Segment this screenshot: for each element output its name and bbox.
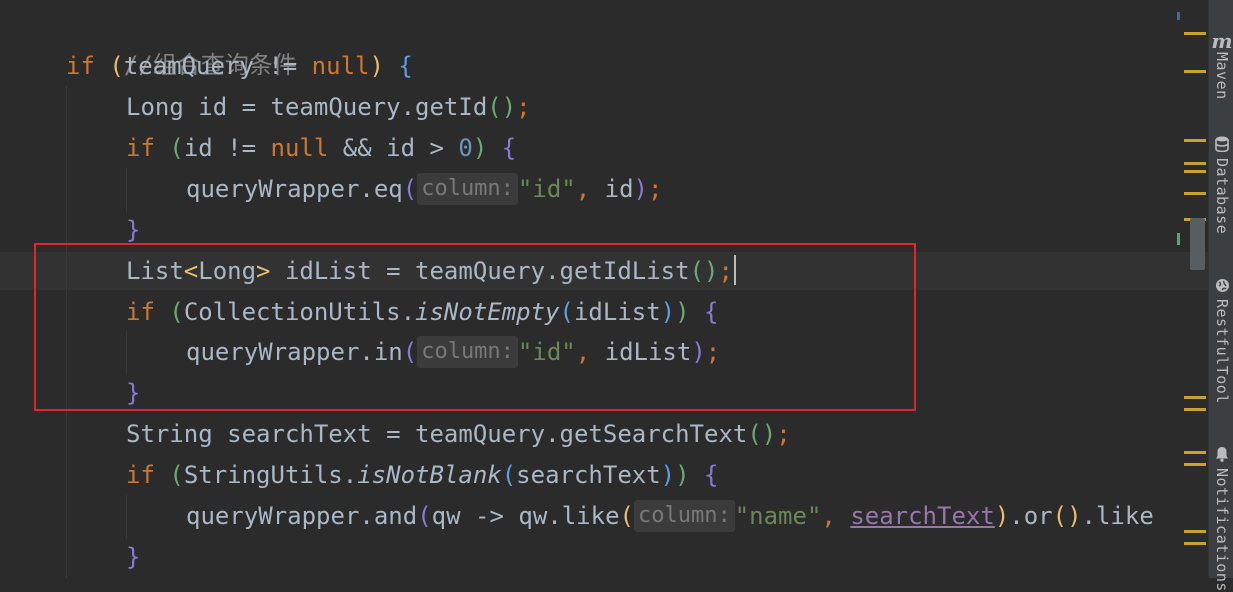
code-line[interactable]: queryWrapper.and(qw -> qw.like(column: "n…	[186, 496, 1154, 537]
identifier: id	[604, 175, 634, 203]
vertical-scrollbar-thumb[interactable]	[1190, 218, 1205, 270]
code-line[interactable]: if (teamQuery != null) {	[66, 46, 413, 87]
static-method-call: isNotBlank	[357, 461, 502, 489]
tool-window-maven[interactable]: m Maven	[1211, 30, 1233, 100]
operator: &&	[342, 134, 372, 162]
method-call: and	[373, 502, 418, 530]
keyword-null: null	[270, 134, 329, 162]
identifier: qw	[518, 502, 548, 530]
tool-window-label: Database	[1213, 158, 1231, 235]
code-line[interactable]: if (id != null && id > 0) {	[126, 128, 516, 169]
stripe-marker[interactable]	[1184, 192, 1206, 195]
method-call: like	[561, 502, 620, 530]
type-name: String	[126, 420, 213, 448]
stripe-marker[interactable]	[1184, 139, 1206, 142]
identifier: queryWrapper	[186, 502, 360, 530]
string-literal: "name"	[734, 502, 822, 530]
identifier: qw	[431, 502, 461, 530]
operator: !=	[268, 52, 298, 80]
method-call: getSearchText	[559, 420, 748, 448]
stripe-marker[interactable]	[1184, 162, 1206, 165]
string-literal: "id"	[517, 175, 576, 203]
operator: =	[241, 93, 257, 121]
operator: !=	[227, 134, 257, 162]
tool-window-label: RestfulTool	[1213, 299, 1231, 404]
error-stripe[interactable]	[1172, 0, 1208, 578]
stripe-marker[interactable]	[1184, 170, 1206, 173]
parameter-hint: column:	[633, 500, 735, 532]
method-call: like	[1095, 502, 1154, 530]
highlight-annotation-box	[34, 243, 916, 411]
operator: >	[429, 134, 444, 162]
tool-window-notifications[interactable]: Notifications	[1211, 446, 1233, 592]
identifier: teamQuery	[415, 420, 546, 448]
code-line[interactable]: Long id = teamQuery.getId();	[126, 87, 531, 128]
method-call: getId	[415, 93, 488, 121]
keyword-if: if	[66, 52, 95, 80]
identifier: id	[198, 93, 228, 121]
stripe-marker[interactable]	[1184, 396, 1206, 399]
stripe-marker[interactable]	[1184, 463, 1206, 466]
keyword-if: if	[126, 134, 155, 162]
number-literal: 0	[458, 134, 473, 162]
operator: =	[386, 420, 401, 448]
identifier: searchText	[516, 461, 661, 489]
globe-icon	[1215, 278, 1230, 296]
bell-icon	[1215, 446, 1229, 465]
identifier: teamQuery	[123, 52, 254, 80]
tool-window-database[interactable]: Database	[1211, 136, 1233, 234]
stripe-marker[interactable]	[1177, 12, 1180, 20]
maven-icon: m	[1211, 29, 1233, 53]
type-name: Long	[126, 93, 184, 121]
class-name: StringUtils	[183, 461, 343, 489]
code-line[interactable]: //组合查询条件	[66, 4, 297, 79]
code-line[interactable]: if (StringUtils.isNotBlank(searchText)) …	[126, 455, 718, 496]
right-tool-window-bar: m Maven Database RestfulTool Notificatio…	[1208, 0, 1233, 592]
code-editor[interactable]: //组合查询条件 if (teamQuery != null) { Long i…	[0, 0, 1208, 578]
parameter-hint: column:	[417, 173, 518, 205]
method-call: or	[1023, 502, 1053, 530]
indent-guide	[126, 168, 127, 212]
identifier: id	[386, 134, 416, 162]
stripe-marker[interactable]	[1184, 32, 1206, 35]
stripe-marker[interactable]	[1184, 530, 1206, 533]
tool-window-label: Maven	[1213, 52, 1231, 100]
identifier: teamQuery	[270, 93, 401, 121]
stripe-marker[interactable]	[1184, 451, 1206, 454]
code-line[interactable]: queryWrapper.eq(column: "id", id);	[186, 169, 662, 210]
identifier: id	[183, 134, 213, 162]
code-line[interactable]: String searchText = teamQuery.getSearchT…	[126, 414, 791, 455]
tool-window-label: Notifications	[1213, 468, 1231, 592]
method-call: eq	[373, 175, 403, 203]
keyword-if: if	[126, 461, 155, 489]
stripe-marker[interactable]	[1184, 408, 1206, 411]
identifier: searchText	[227, 420, 372, 448]
stripe-marker[interactable]	[1184, 70, 1206, 73]
tool-window-restfultool[interactable]: RestfulTool	[1211, 278, 1233, 404]
stripe-marker[interactable]	[1177, 233, 1180, 245]
identifier: queryWrapper	[186, 175, 360, 203]
keyword-null: null	[311, 52, 370, 80]
operator: ->	[475, 502, 504, 530]
indent-guide	[126, 495, 127, 539]
captured-variable: searchText	[850, 502, 995, 530]
code-line[interactable]: }	[126, 537, 140, 578]
database-icon	[1215, 136, 1229, 155]
stripe-marker[interactable]	[1184, 542, 1206, 545]
